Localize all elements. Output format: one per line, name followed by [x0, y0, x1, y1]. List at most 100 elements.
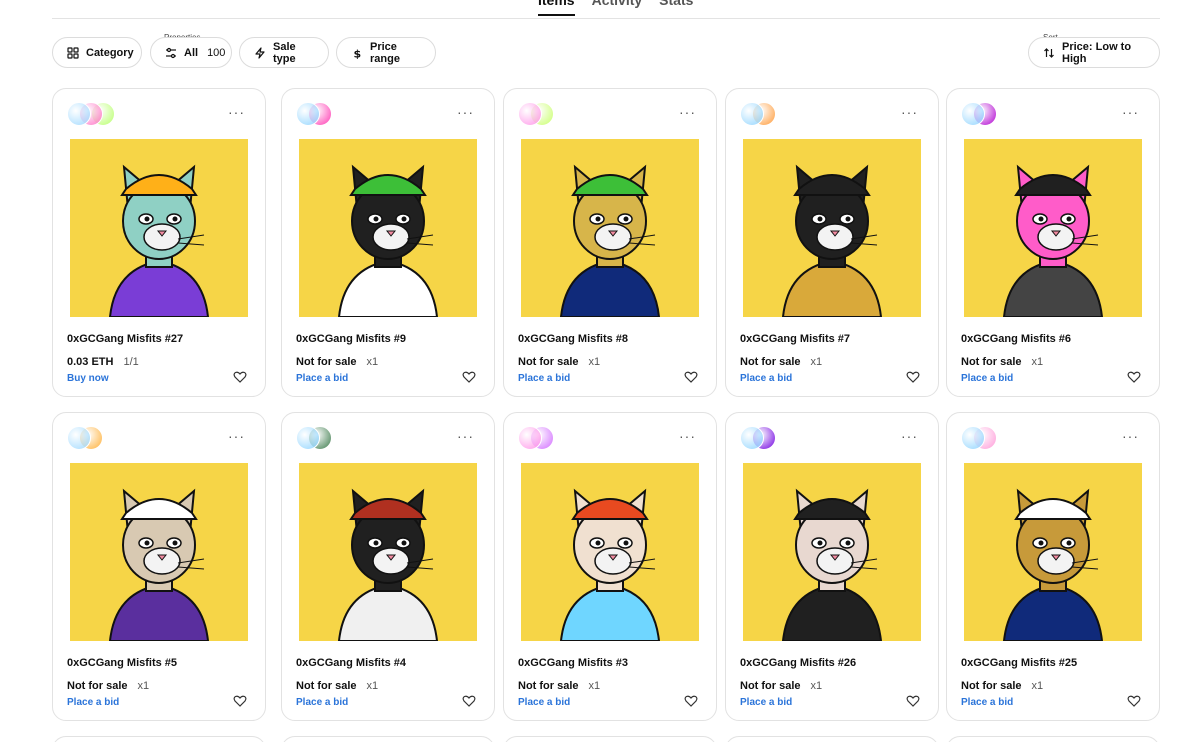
more-options-icon[interactable]: ··· — [1122, 104, 1139, 120]
nft-image[interactable] — [299, 463, 477, 641]
nft-image[interactable] — [521, 463, 699, 641]
price-range-filter-button[interactable]: $ Price range — [336, 37, 436, 68]
heart-icon[interactable] — [462, 370, 476, 384]
more-options-icon[interactable]: ··· — [901, 428, 918, 444]
edition-count: x1 — [588, 356, 601, 368]
nft-title[interactable]: 0xGCGang Misfits #6 — [961, 333, 1071, 345]
heart-icon[interactable] — [1127, 694, 1141, 708]
heart-icon[interactable] — [233, 694, 247, 708]
owner-avatar[interactable] — [961, 426, 985, 450]
price-status: 0.03 ETH — [67, 356, 114, 368]
more-options-icon[interactable]: ··· — [228, 428, 245, 444]
owner-avatar[interactable] — [296, 102, 320, 126]
more-options-icon[interactable]: ··· — [1122, 428, 1139, 444]
card-action-link[interactable]: Place a bid — [296, 373, 348, 384]
more-options-icon[interactable]: ··· — [679, 428, 696, 444]
price-line: Not for sale x1 — [740, 680, 822, 692]
nft-card[interactable]: ··· 0xGCGang Misfits #7 Not for sale x1 … — [725, 88, 939, 397]
owner-avatar[interactable] — [740, 426, 764, 450]
heart-icon[interactable] — [684, 370, 698, 384]
cat-artwork — [299, 139, 477, 317]
heart-icon[interactable] — [906, 694, 920, 708]
nft-card[interactable]: ··· 0xGCGang Misfits #6 Not for sale x1 … — [946, 88, 1160, 397]
card-action-link[interactable]: Place a bid — [296, 697, 348, 708]
nft-image[interactable] — [521, 139, 699, 317]
dollar-icon: $ — [351, 47, 363, 59]
card-action-link[interactable]: Place a bid — [518, 373, 570, 384]
owner-avatar[interactable] — [518, 426, 542, 450]
owner-avatar[interactable] — [740, 102, 764, 126]
nft-image[interactable] — [70, 463, 248, 641]
sort-value: Price: Low to High — [1062, 40, 1132, 65]
nft-card[interactable]: ··· 0xGCGang Misfits #25 Not for sale x1… — [946, 412, 1160, 721]
edition-count: x1 — [810, 680, 823, 692]
edition-count: x1 — [1031, 356, 1044, 368]
owner-avatar[interactable] — [296, 426, 320, 450]
sort-arrows-icon — [1043, 47, 1055, 59]
nft-card[interactable]: ··· 0xGCGang Misfits #4 Not for sale x1 … — [281, 412, 495, 721]
edition-count: x1 — [366, 680, 379, 692]
tab-activity[interactable]: Activity — [592, 0, 643, 16]
properties-count: 100 — [207, 46, 226, 59]
owner-avatar[interactable] — [67, 102, 91, 126]
nft-image[interactable] — [299, 139, 477, 317]
tab-items[interactable]: Items — [538, 0, 575, 16]
nft-title[interactable]: 0xGCGang Misfits #25 — [961, 657, 1077, 669]
properties-value: All — [184, 46, 199, 59]
card-action-link[interactable]: Place a bid — [67, 697, 119, 708]
more-options-icon[interactable]: ··· — [901, 104, 918, 120]
nft-title[interactable]: 0xGCGang Misfits #3 — [518, 657, 628, 669]
nft-title[interactable]: 0xGCGang Misfits #26 — [740, 657, 856, 669]
sort-dropdown[interactable]: Price: Low to High — [1028, 37, 1160, 68]
card-partial — [503, 736, 717, 742]
filter-bar: Category Properties All 100 Sale type $ … — [52, 33, 1160, 68]
more-options-icon[interactable]: ··· — [457, 428, 474, 444]
card-action-link[interactable]: Place a bid — [518, 697, 570, 708]
nft-image[interactable] — [964, 463, 1142, 641]
more-options-icon[interactable]: ··· — [457, 104, 474, 120]
category-filter-button[interactable]: Category — [52, 37, 142, 68]
card-action-link[interactable]: Place a bid — [740, 697, 792, 708]
nft-title[interactable]: 0xGCGang Misfits #7 — [740, 333, 850, 345]
cat-artwork — [521, 463, 699, 641]
card-action-link[interactable]: Buy now — [67, 373, 109, 384]
heart-icon[interactable] — [1127, 370, 1141, 384]
card-partial — [52, 736, 266, 742]
heart-icon[interactable] — [684, 694, 698, 708]
card-partial — [946, 736, 1160, 742]
heart-icon[interactable] — [906, 370, 920, 384]
card-action-link[interactable]: Place a bid — [740, 373, 792, 384]
nft-title[interactable]: 0xGCGang Misfits #9 — [296, 333, 406, 345]
owner-avatar[interactable] — [67, 426, 91, 450]
nft-image[interactable] — [743, 139, 921, 317]
heart-icon[interactable] — [462, 694, 476, 708]
owner-avatar[interactable] — [518, 102, 542, 126]
svg-text:$: $ — [354, 47, 362, 59]
price-status: Not for sale — [961, 356, 1022, 368]
nft-card[interactable]: ··· 0xGCGang Misfits #3 Not for sale x1 … — [503, 412, 717, 721]
nft-card[interactable]: ··· 0xGCGang Misfits #8 Not for sale x1 … — [503, 88, 717, 397]
owner-avatar[interactable] — [961, 102, 985, 126]
nft-image[interactable] — [743, 463, 921, 641]
nft-title[interactable]: 0xGCGang Misfits #5 — [67, 657, 177, 669]
nft-title[interactable]: 0xGCGang Misfits #27 — [67, 333, 183, 345]
card-partial — [725, 736, 939, 742]
nft-image[interactable] — [70, 139, 248, 317]
nft-card[interactable]: ··· 0xGCGang Misfits #5 Not for sale x1 … — [52, 412, 266, 721]
cat-artwork — [70, 463, 248, 641]
nft-title[interactable]: 0xGCGang Misfits #8 — [518, 333, 628, 345]
more-options-icon[interactable]: ··· — [228, 104, 245, 120]
properties-filter-button[interactable]: All 100 — [150, 37, 232, 68]
nft-card[interactable]: ··· 0xGCGang Misfits #9 Not for sale x1 … — [281, 88, 495, 397]
more-options-icon[interactable]: ··· — [679, 104, 696, 120]
tab-stats[interactable]: Stats — [659, 0, 693, 16]
nft-title[interactable]: 0xGCGang Misfits #4 — [296, 657, 406, 669]
nft-image[interactable] — [964, 139, 1142, 317]
cat-artwork — [964, 463, 1142, 641]
card-action-link[interactable]: Place a bid — [961, 373, 1013, 384]
card-action-link[interactable]: Place a bid — [961, 697, 1013, 708]
heart-icon[interactable] — [233, 370, 247, 384]
nft-card[interactable]: ··· 0xGCGang Misfits #26 Not for sale x1… — [725, 412, 939, 721]
nft-card[interactable]: ··· 0xGCGang Misfits #27 0.03 ETH 1/1 Bu… — [52, 88, 266, 397]
sale-type-filter-button[interactable]: Sale type — [239, 37, 329, 68]
